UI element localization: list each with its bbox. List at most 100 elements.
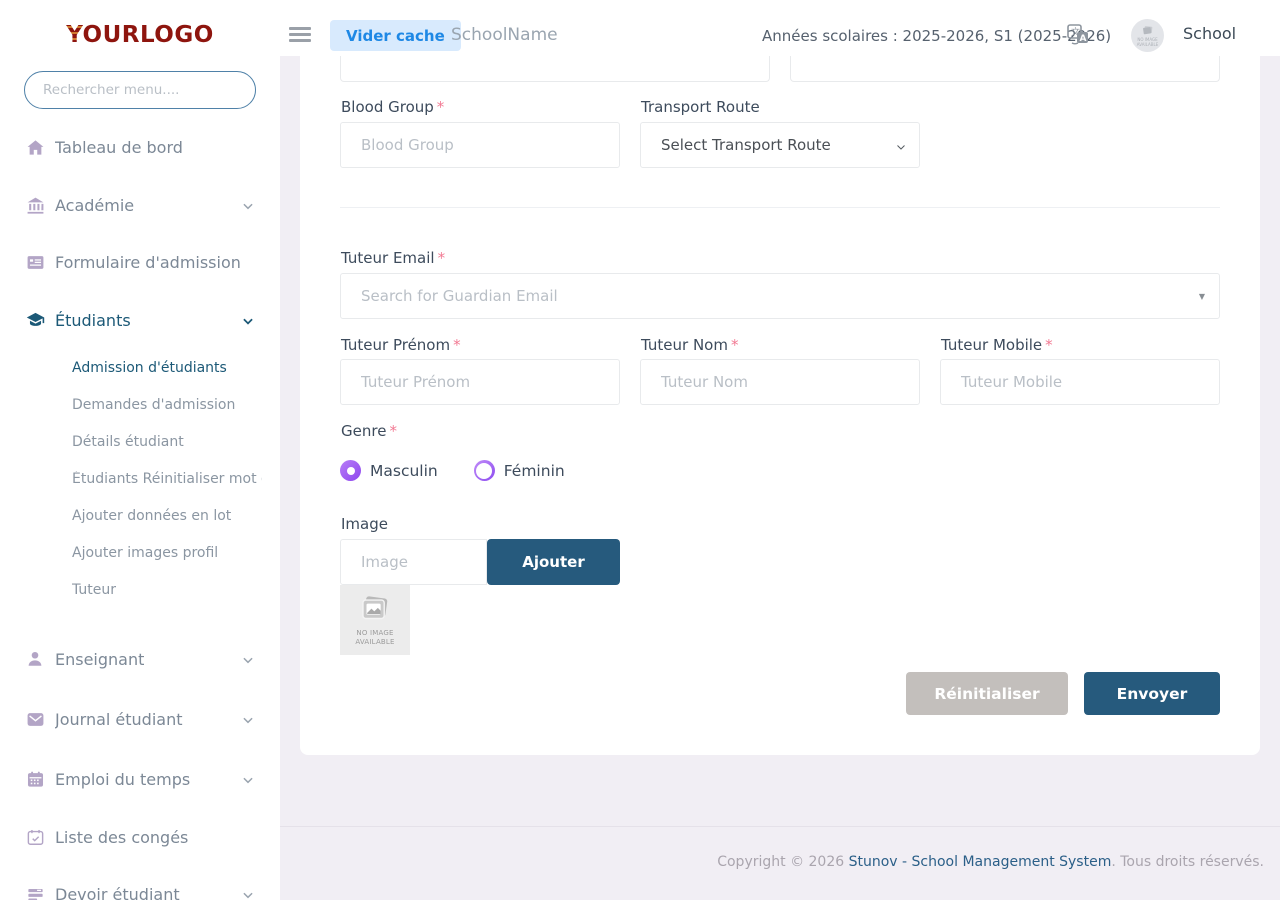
clear-cache-button[interactable]: Vider cache <box>330 20 461 51</box>
partial-input-left[interactable] <box>340 56 770 82</box>
guardian-first-name-label: Tuteur Prénom* <box>341 336 461 354</box>
school-name-label: SchoolName <box>451 25 558 45</box>
chevron-down-icon <box>241 198 255 212</box>
guardian-mobile-label: Tuteur Mobile* <box>941 336 1053 354</box>
image-add-button[interactable]: Ajouter <box>487 539 620 585</box>
user-avatar[interactable]: NO IMAGEAVAILABLE <box>1131 19 1164 52</box>
sidebar-item-liste-conges[interactable]: Liste des congés <box>0 823 280 851</box>
sidebar-item-label: Étudiants <box>55 311 131 330</box>
guardian-email-search-select[interactable]: Search for Guardian Email ▼ <box>340 273 1220 319</box>
bank-icon <box>26 196 45 215</box>
list-icon <box>26 885 45 900</box>
sidebar-subitem-admission-etudiants[interactable]: Admission d'étudiants <box>0 356 280 380</box>
sidebar-subitem-ajouter-images[interactable]: Ajouter images profil <box>0 541 280 565</box>
sidebar-item-label: Devoir étudiant <box>55 885 180 900</box>
sidebar-subitem-label: Demandes d'admission <box>72 397 262 413</box>
sidebar: YOURLOGO Tableau de bord Académie Formul… <box>0 0 280 900</box>
sidebar-subitem-demandes-admission[interactable]: Demandes d'admission <box>0 393 280 417</box>
required-asterisk: * <box>438 249 446 267</box>
required-asterisk: * <box>389 422 397 440</box>
required-asterisk: * <box>453 336 461 354</box>
required-asterisk: * <box>731 336 739 354</box>
app-logo: YOURLOGO <box>0 22 280 48</box>
no-image-text: NO IMAGEAVAILABLE <box>355 629 394 647</box>
guardian-mobile-input[interactable] <box>940 359 1220 405</box>
sidebar-item-label: Académie <box>55 196 134 215</box>
hamburger-menu-icon[interactable] <box>289 27 311 45</box>
form-icon <box>26 253 45 272</box>
chevron-down-icon <box>241 887 255 900</box>
sidebar-subitem-label: Ajouter images profil <box>72 545 262 561</box>
logo-y-glyph: Y <box>66 22 82 48</box>
copyright-suffix: . Tous droits réservés. <box>1111 854 1264 870</box>
sidebar-item-devoir-etudiant[interactable]: Devoir étudiant <box>0 880 280 900</box>
chevron-down-icon <box>895 139 907 151</box>
sidebar-item-journal-etudiant[interactable]: Journal étudiant <box>0 705 280 733</box>
sidebar-subitem-ajouter-donnees[interactable]: Ajouter données en lot <box>0 504 280 528</box>
sidebar-item-label: Formulaire d'admission <box>55 253 240 272</box>
no-image-thumbnail: NO IMAGEAVAILABLE <box>340 585 410 655</box>
partial-input-right[interactable] <box>790 56 1220 82</box>
sidebar-item-admission-form[interactable]: Formulaire d'admission <box>0 248 280 276</box>
sidebar-item-label: Emploi du temps <box>55 770 190 789</box>
transport-route-selected-value: Select Transport Route <box>661 136 831 154</box>
blood-group-input[interactable] <box>340 122 620 168</box>
reset-button[interactable]: Réinitialiser <box>906 672 1068 715</box>
gender-label: Genre* <box>341 422 397 440</box>
sidebar-item-emploi-du-temps[interactable]: Emploi du temps <box>0 765 280 793</box>
chevron-down-icon <box>241 772 255 786</box>
academic-year-label: Années scolaires : 2025-2026, S1 (2025-2… <box>762 27 1111 45</box>
top-header: Vider cache SchoolName Années scolaires … <box>280 0 1280 56</box>
sidebar-subitem-label: Ajouter données en lot <box>72 508 262 524</box>
avatar-no-image-text: NO IMAGEAVAILABLE <box>1137 38 1158 48</box>
sidebar-item-label: Journal étudiant <box>55 710 183 729</box>
sidebar-subitem-tuteur[interactable]: Tuteur <box>0 578 280 602</box>
guardian-first-name-input[interactable] <box>340 359 620 405</box>
sidebar-subitem-label: Admission d'étudiants <box>72 360 262 376</box>
home-icon <box>26 138 45 157</box>
image-input[interactable] <box>340 539 487 585</box>
svg-text:A: A <box>1080 34 1087 44</box>
sidebar-item-etudiants[interactable]: Étudiants <box>0 306 280 334</box>
sidebar-item-enseignant[interactable]: Enseignant <box>0 645 280 673</box>
mail-icon <box>26 710 45 729</box>
copyright-prefix: Copyright © 2026 <box>717 854 848 870</box>
user-name-label[interactable]: School <box>1183 24 1236 43</box>
user-icon <box>26 650 45 669</box>
guardian-email-label: Tuteur Email* <box>341 249 445 267</box>
graduation-cap-icon <box>26 311 45 330</box>
sidebar-item-label: Liste des congés <box>55 828 188 847</box>
required-asterisk: * <box>1045 336 1053 354</box>
footer-brand-link[interactable]: Stunov - School Management System <box>849 854 1112 870</box>
image-label: Image <box>341 515 388 533</box>
blood-group-label: Blood Group* <box>341 98 444 116</box>
gender-option-label[interactable]: Féminin <box>504 462 565 480</box>
sidebar-subitem-reset-password[interactable]: Étudiants Réinitialiser mot de pa <box>0 467 280 491</box>
logo-text: OURLOGO <box>83 22 214 48</box>
guardian-last-name-input[interactable] <box>640 359 920 405</box>
transport-route-label: Transport Route <box>641 98 760 116</box>
gender-radio-masculin[interactable] <box>340 460 361 481</box>
admission-form-card: Blood Group* Transport Route Select Tran… <box>300 56 1260 755</box>
sidebar-item-label: Enseignant <box>55 650 144 669</box>
sidebar-search-input[interactable] <box>24 71 256 109</box>
transport-route-select[interactable]: Select Transport Route <box>640 122 920 168</box>
submit-button[interactable]: Envoyer <box>1084 672 1220 715</box>
translate-icon[interactable]: 文 A <box>1066 23 1090 47</box>
gender-radio-group: Masculin Féminin <box>340 460 601 481</box>
photo-icon <box>358 593 392 627</box>
calendar-icon <box>26 770 45 789</box>
guardian-email-placeholder: Search for Guardian Email <box>361 287 558 305</box>
dropdown-arrow-icon: ▼ <box>1199 292 1205 301</box>
gender-radio-feminin[interactable] <box>474 460 495 481</box>
sidebar-item-label: Tableau de bord <box>55 138 183 157</box>
chevron-down-icon <box>241 652 255 666</box>
sidebar-subitem-label: Tuteur <box>72 582 262 598</box>
sidebar-item-academie[interactable]: Académie <box>0 191 280 219</box>
chevron-down-icon <box>241 313 255 327</box>
gender-option-label[interactable]: Masculin <box>370 462 438 480</box>
footer-copyright: Copyright © 2026 Stunov - School Managem… <box>717 854 1264 870</box>
sidebar-subitem-details-etudiant[interactable]: Détails étudiant <box>0 430 280 454</box>
sidebar-item-dashboard[interactable]: Tableau de bord <box>0 133 280 161</box>
chevron-down-icon <box>241 712 255 726</box>
